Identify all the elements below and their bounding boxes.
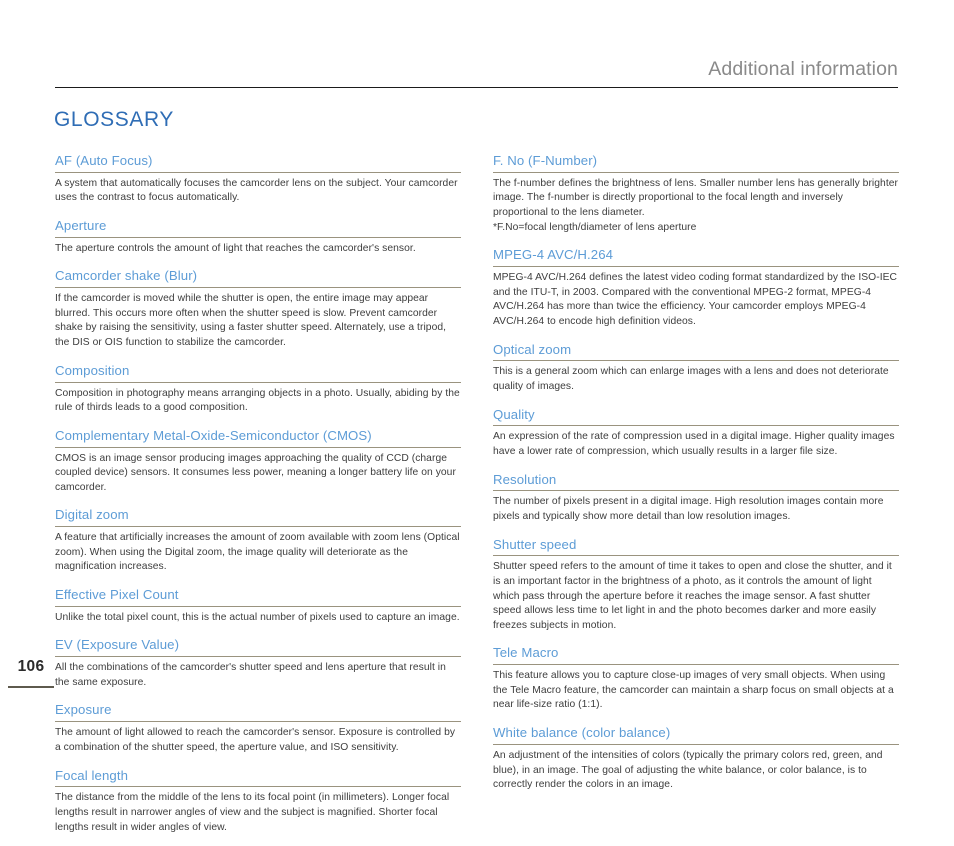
glossary-term: Exposure [55,701,461,723]
glossary-term: Quality [493,406,899,427]
glossary-definition: All the combinations of the camcorder's … [55,662,446,688]
glossary-right-column: F. No (F-Number) The f-number defines the… [493,152,899,846]
page-header: Additional information [55,58,898,89]
glossary-definition: If the camcorder is moved while the shut… [55,293,447,349]
glossary-term: Composition [55,362,461,383]
glossary-entry: Focal length The distance from the middle… [55,767,461,836]
glossary-term: White balance (color balance) [493,724,899,745]
glossary-entry: Optical zoom This is a general zoom which… [493,341,899,395]
glossary-entry: MPEG-4 AVC/H.264 MPEG-4 AVC/H.264 defines… [493,246,899,329]
page-number: 106 [17,658,45,675]
glossary-definition: Composition in photography means arrangi… [55,387,460,414]
glossary-definition: A system that automatically focuses the … [55,177,458,204]
glossary-definition: The distance from the middle of the lens… [55,792,450,833]
page-number-block: 106 [8,658,54,688]
glossary-definition: An adjustment of the intensities of colo… [493,749,883,791]
glossary-entry: AF (Auto Focus) A system that automatical… [55,152,461,206]
glossary-term: Focal length [55,767,461,788]
glossary-term: EV (Exposure Value) [55,636,461,658]
glossary-term: F. No (F-Number) [493,152,899,173]
glossary-term: Digital zoom [55,506,461,528]
glossary-definition: This feature allows you to capture close… [493,670,894,711]
glossary-definition: The f-number defines the brightness of l… [493,177,898,233]
glossary-term: Aperture [55,217,461,238]
glossary-term: AF (Auto Focus) [55,152,461,173]
page-header-title: Additional information [708,58,898,80]
glossary-entry: Resolution The number of pixels present i… [493,471,899,525]
glossary-entry: EV (Exposure Value) All the combinations … [55,636,461,690]
glossary-left-column: AF (Auto Focus) A system that automatical… [55,152,461,846]
glossary-term: Camcorder shake (Blur) [55,267,461,289]
glossary-entry: Effective Pixel Count Unlike the total pi… [55,586,461,625]
page-title: GLOSSARY [54,108,174,131]
glossary-entry: Camcorder shake (Blur) If the camcorder i… [55,267,461,350]
glossary-entry: Quality An expression of the rate of comp… [493,406,899,460]
glossary-columns: AF (Auto Focus) A system that automatical… [55,152,899,846]
glossary-definition: This is a general zoom which can enlarge… [493,366,889,392]
glossary-definition: MPEG-4 AVC/H.264 defines the latest vide… [493,272,898,327]
glossary-entry: Tele Macro This feature allows you to cap… [493,644,899,713]
glossary-entry: Complementary Metal-Oxide-Semiconductor … [55,427,461,496]
glossary-entry: Composition Composition in photography me… [55,362,461,416]
page-number-rule [8,685,54,688]
glossary-entry: White balance (color balance) An adjustme… [493,724,899,793]
glossary-term: Optical zoom [493,341,899,362]
glossary-definition: An expression of the rate of compression… [493,431,895,457]
glossary-entry: F. No (F-Number) The f-number defines the… [493,152,899,235]
glossary-term: Shutter speed [493,536,899,557]
glossary-term: Tele Macro [493,644,899,666]
glossary-definition: Shutter speed refers to the amount of ti… [493,561,892,631]
glossary-term: Resolution [493,471,899,492]
glossary-definition: Unlike the total pixel count, this is th… [55,611,460,623]
glossary-entry: Shutter speed Shutter speed refers to the… [493,536,899,634]
glossary-entry: Aperture The aperture controls the amount… [55,217,461,256]
glossary-definition: The amount of light allowed to reach the… [55,727,456,753]
glossary-definition: The number of pixels present in a digita… [493,496,884,522]
glossary-term: Complementary Metal-Oxide-Semiconductor … [55,427,461,448]
glossary-definition: A feature that artificially increases th… [55,532,460,573]
glossary-term: Effective Pixel Count [55,586,461,607]
glossary-definition: CMOS is an image sensor producing images… [55,452,456,493]
glossary-definition: The aperture controls the amount of ligh… [55,242,416,254]
glossary-term: MPEG-4 AVC/H.264 [493,246,899,268]
glossary-entry: Digital zoom A feature that artificially … [55,506,461,575]
glossary-entry: Exposure The amount of light allowed to r… [55,701,461,755]
